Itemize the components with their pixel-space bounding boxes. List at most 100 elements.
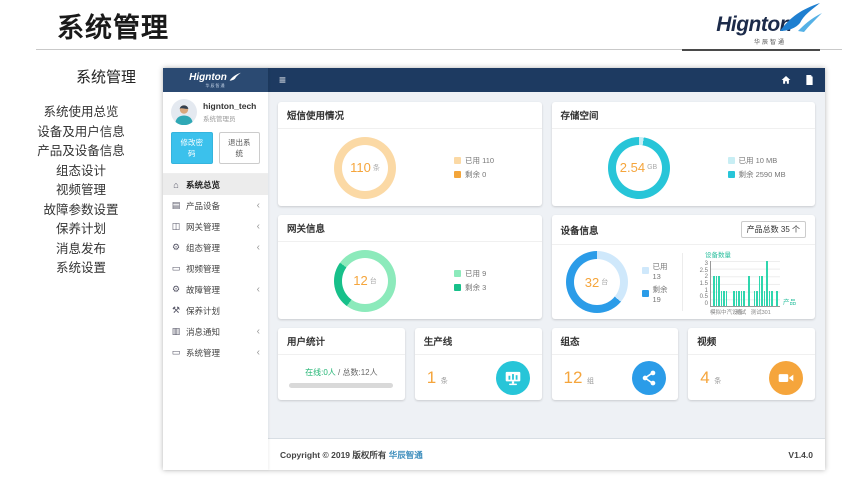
bar: [713, 276, 715, 306]
card-configuration: 组态 12 组: [552, 328, 679, 400]
legend-item: 已用 110: [454, 155, 494, 166]
chevron-left-icon: ‹: [257, 285, 260, 295]
sidebar-item-label: 故障管理: [186, 284, 220, 296]
bar: [754, 291, 756, 306]
outer-menu-item[interactable]: 产品及设备信息: [0, 142, 162, 162]
outer-menu-item[interactable]: 故障参数设置: [0, 201, 162, 221]
chevron-left-icon: ‹: [257, 327, 260, 337]
cogs-icon: ⚙: [171, 284, 181, 295]
sidebar-item-label: 网关管理: [186, 221, 220, 233]
change-password-button[interactable]: 修改密码: [171, 132, 213, 164]
bar: [733, 291, 735, 306]
bar-yticks: 32.521.510.50: [697, 261, 710, 307]
legend-item: 剩余 3: [454, 282, 486, 293]
bar-plot: [710, 261, 780, 307]
bar: [764, 291, 766, 306]
sidebar-item-gateway-mgmt[interactable]: ◫网关管理‹: [163, 216, 268, 237]
card-device-info: 设备信息 产品总数 35 个 32 台 已用 13 剩余 19: [552, 215, 816, 319]
sidebar-logo-subtitle: 华辰智通: [206, 83, 226, 89]
desktop-icon: ▭: [171, 263, 181, 274]
sidebar-item-label: 组态管理: [186, 242, 220, 254]
sidebar-item-system-mgmt[interactable]: ▭系统管理‹: [163, 342, 268, 363]
sidebar-item-video-mgmt[interactable]: ▭视频管理: [163, 258, 268, 279]
bar: [766, 261, 768, 306]
card-title: 存储空间: [561, 108, 599, 122]
chevron-left-icon: ‹: [257, 222, 260, 232]
bar: [738, 291, 740, 306]
cogs-icon: ⚙: [171, 242, 181, 253]
card-title: 网关信息: [287, 221, 325, 235]
online-count: 在线:0人: [305, 368, 336, 377]
bar: [718, 276, 720, 306]
production-line-icon[interactable]: [496, 361, 530, 395]
card-title: 生产线: [424, 334, 453, 348]
sidebar-logo: Hignton 华辰智通: [163, 68, 268, 92]
book-icon: ▤: [171, 200, 181, 211]
bar: [736, 291, 738, 306]
bar: [756, 291, 758, 306]
outer-menu-item[interactable]: 系统使用总览: [0, 103, 162, 123]
card-production-line: 生产线 1 条: [415, 328, 542, 400]
vertical-divider: [682, 253, 683, 311]
product-total-badge[interactable]: 产品总数 35 个: [741, 221, 806, 238]
bar: [776, 291, 778, 306]
production-count: 1: [427, 368, 436, 387]
storage-legend: 已用 10 MB剩余 2590 MB: [728, 155, 786, 180]
outer-menu-item[interactable]: 组态设计: [0, 162, 162, 182]
total-count: / 总数:12人: [338, 368, 378, 377]
dashboard-content: 短信使用情况 110 条 已用 110剩余 0 存储空间: [268, 92, 825, 438]
sidebar-item-label: 消息通知: [186, 326, 220, 338]
antelope-logo-icon: [778, 1, 824, 35]
legend-item: 剩余 0: [454, 169, 494, 180]
sidebar-item-fault-mgmt[interactable]: ⚙ 故障管理 ‹: [163, 279, 268, 300]
app-footer: Copyright © 2019 版权所有 华辰智通 V1.4.0: [268, 438, 825, 470]
sidebar-item-label: 产品设备: [186, 200, 220, 212]
antelope-logo-icon: [229, 72, 242, 82]
card-title: 用户统计: [287, 334, 325, 348]
outer-menu-item[interactable]: 设备及用户信息: [0, 123, 162, 143]
file-icon[interactable]: [805, 75, 814, 85]
sidebar-item-label: 系统管理: [186, 347, 220, 359]
menu-toggle-icon[interactable]: ≡: [279, 73, 286, 87]
card-storage: 存储空间 2.54 GB 已用 10 MB剩余 2590 MB: [552, 102, 816, 206]
card-title: 视频: [697, 334, 716, 348]
outer-menu-item[interactable]: 视频管理: [0, 181, 162, 201]
bar: [741, 291, 743, 306]
outer-menu-item[interactable]: 系统设置: [0, 259, 162, 279]
user-actions: 修改密码 退出系统: [163, 129, 268, 173]
users-progress-bar: [289, 383, 393, 388]
card-title: 设备信息: [561, 223, 599, 237]
user-role: 系统管理员: [203, 113, 256, 123]
sidebar-item-message[interactable]: ▥ 消息通知 ‹: [163, 321, 268, 342]
home-icon[interactable]: [781, 75, 791, 85]
sidebar-item-product-device[interactable]: ▤产品设备‹: [163, 195, 268, 216]
copyright-text: Copyright © 2019 版权所有: [280, 450, 386, 460]
bar: [769, 291, 771, 306]
device-donut-chart: 32 台: [566, 251, 628, 313]
video-camera-icon[interactable]: [769, 361, 803, 395]
sms-donut-chart: 110 条: [334, 137, 396, 199]
bar: [771, 291, 773, 306]
legend-item: 剩余 19: [642, 284, 669, 304]
sidebar-item-maintenance[interactable]: ⚒保养计划: [163, 300, 268, 321]
legend-item: 已用 13: [642, 261, 669, 281]
sitemap-icon[interactable]: [632, 361, 666, 395]
bar: [761, 276, 763, 306]
bar: [743, 291, 745, 306]
company-link[interactable]: 华辰智通: [389, 450, 423, 460]
outer-menu-item[interactable]: 保养计划: [0, 220, 162, 240]
sidebar-item-config-mgmt[interactable]: ⚙组态管理‹: [163, 237, 268, 258]
bar-xticks: 模拟中汽设备测试测试301: [710, 307, 780, 315]
outer-menu-list: 系统使用总览设备及用户信息产品及设备信息组态设计视频管理故障参数设置保养计划消息…: [0, 103, 162, 279]
user-panel: hignton_tech 系统管理员: [163, 92, 268, 129]
book-icon: ▥: [171, 326, 181, 337]
wrench-icon: ⚒: [171, 305, 181, 316]
page-title: 系统管理: [57, 6, 169, 45]
bar: [716, 276, 718, 306]
sidebar-menu: ⌂系统总览▤产品设备‹◫网关管理‹⚙组态管理‹▭视频管理⚙故障管理‹⚒保养计划▥…: [163, 173, 268, 363]
outer-menu-item[interactable]: 消息发布: [0, 240, 162, 260]
version-label: V1.4.0: [788, 450, 813, 460]
sidebar-item-overview[interactable]: ⌂系统总览: [163, 174, 268, 195]
app-sidebar: Hignton 华辰智通 hignton_tech 系统管理员: [163, 68, 268, 470]
logout-button[interactable]: 退出系统: [219, 132, 261, 164]
